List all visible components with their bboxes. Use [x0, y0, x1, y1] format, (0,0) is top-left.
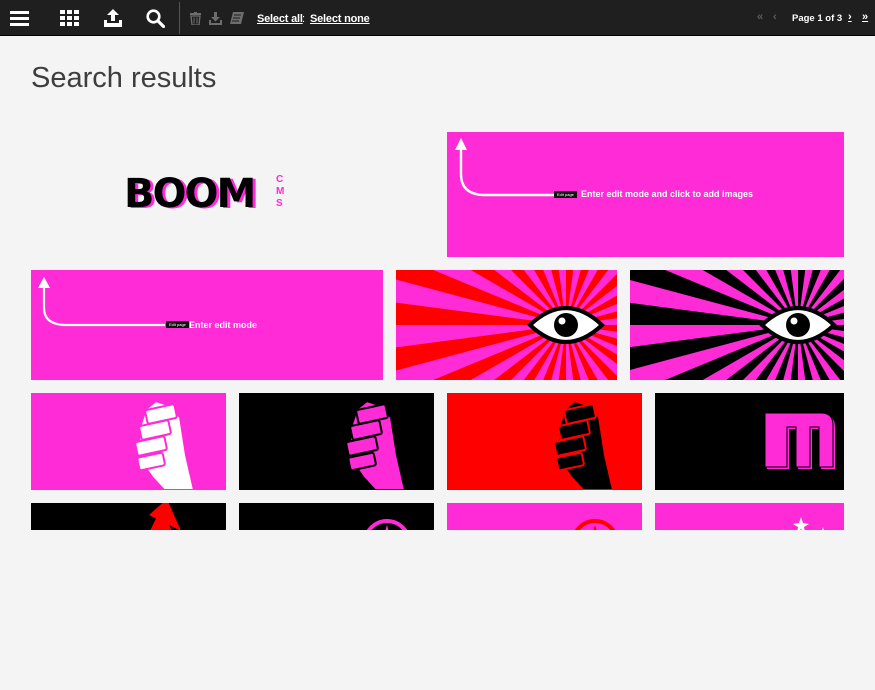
select-all-link[interactable]: Select all	[257, 13, 303, 25]
star-icon	[149, 503, 181, 530]
fist-icon	[345, 399, 407, 490]
page-indicator: Page 1 of 3	[792, 13, 843, 24]
fist-icon	[134, 399, 196, 490]
result-thumbnail-fist-black[interactable]	[447, 393, 642, 490]
menu-button[interactable]	[8, 0, 30, 36]
trash-icon	[189, 11, 201, 25]
result-thumbnail-add-images[interactable]: Edit page Enter edit mode and click to a…	[447, 132, 844, 257]
select-separator: :	[302, 13, 306, 25]
search-button[interactable]	[144, 0, 166, 36]
result-thumbnail-eye-red[interactable]	[396, 270, 617, 380]
prev-page-icon[interactable]: ‹	[773, 11, 777, 23]
result-thumbnail-star-red[interactable]	[31, 503, 226, 530]
edit-mode-text: Enter edit mode	[189, 320, 258, 330]
last-page-icon[interactable]: »	[862, 11, 868, 23]
fist-icon	[553, 399, 615, 490]
grid-icon	[60, 10, 79, 26]
boom-logo-text-shadow: BOOM	[124, 171, 256, 217]
search-icon	[145, 8, 165, 28]
first-page-icon[interactable]: «	[757, 11, 763, 23]
grid-view-button[interactable]	[59, 0, 81, 36]
download-button[interactable]	[208, 0, 222, 36]
result-thumbnail-boom-logo[interactable]: BOOM BOOM CMS	[31, 132, 431, 257]
result-thumbnail-fist-white[interactable]	[31, 393, 226, 490]
add-images-text: Enter edit mode and click to add images	[581, 189, 754, 199]
page-title: Search results	[31, 62, 217, 94]
result-thumbnail-compass-magenta[interactable]	[239, 503, 434, 530]
result-thumbnail-fist-magenta[interactable]	[239, 393, 434, 490]
select-none-link[interactable]: Select none	[310, 13, 370, 25]
tag-button[interactable]	[229, 0, 244, 36]
compass-icon	[366, 519, 408, 530]
delete-button[interactable]	[188, 0, 202, 36]
result-thumbnail-stars-white[interactable]	[655, 503, 844, 530]
download-icon	[208, 11, 222, 25]
boom-logo-subtext: CMS	[276, 174, 285, 209]
result-thumbnail-eye-black[interactable]	[630, 270, 844, 380]
sparkle-icon	[782, 517, 827, 530]
result-thumbnail-m-logo[interactable]	[655, 393, 844, 490]
result-thumbnail-edit-mode[interactable]: Edit page Enter edit mode	[31, 270, 383, 380]
menu-icon	[9, 11, 29, 26]
eye-burst-image	[396, 270, 617, 380]
tag-icon	[229, 12, 244, 24]
result-thumbnail-compass-red[interactable]	[447, 503, 642, 530]
edit-page-badge: Edit page	[554, 191, 577, 198]
compass-icon	[574, 519, 616, 530]
upload-button[interactable]	[102, 0, 124, 36]
toolbar-separator	[179, 2, 180, 34]
boom-logo: BOOM BOOM CMS	[124, 171, 304, 217]
toolbar: Select all : Select none « ‹ Page 1 of 3…	[0, 0, 875, 36]
next-page-icon[interactable]: ›	[848, 11, 852, 23]
edit-page-badge: Edit page	[166, 321, 189, 328]
eye-burst-image	[630, 270, 844, 380]
upload-icon	[104, 9, 122, 27]
search-results-grid: BOOM BOOM CMS Edit page Enter edit mode …	[0, 100, 875, 530]
m-logo-icon	[764, 412, 835, 469]
